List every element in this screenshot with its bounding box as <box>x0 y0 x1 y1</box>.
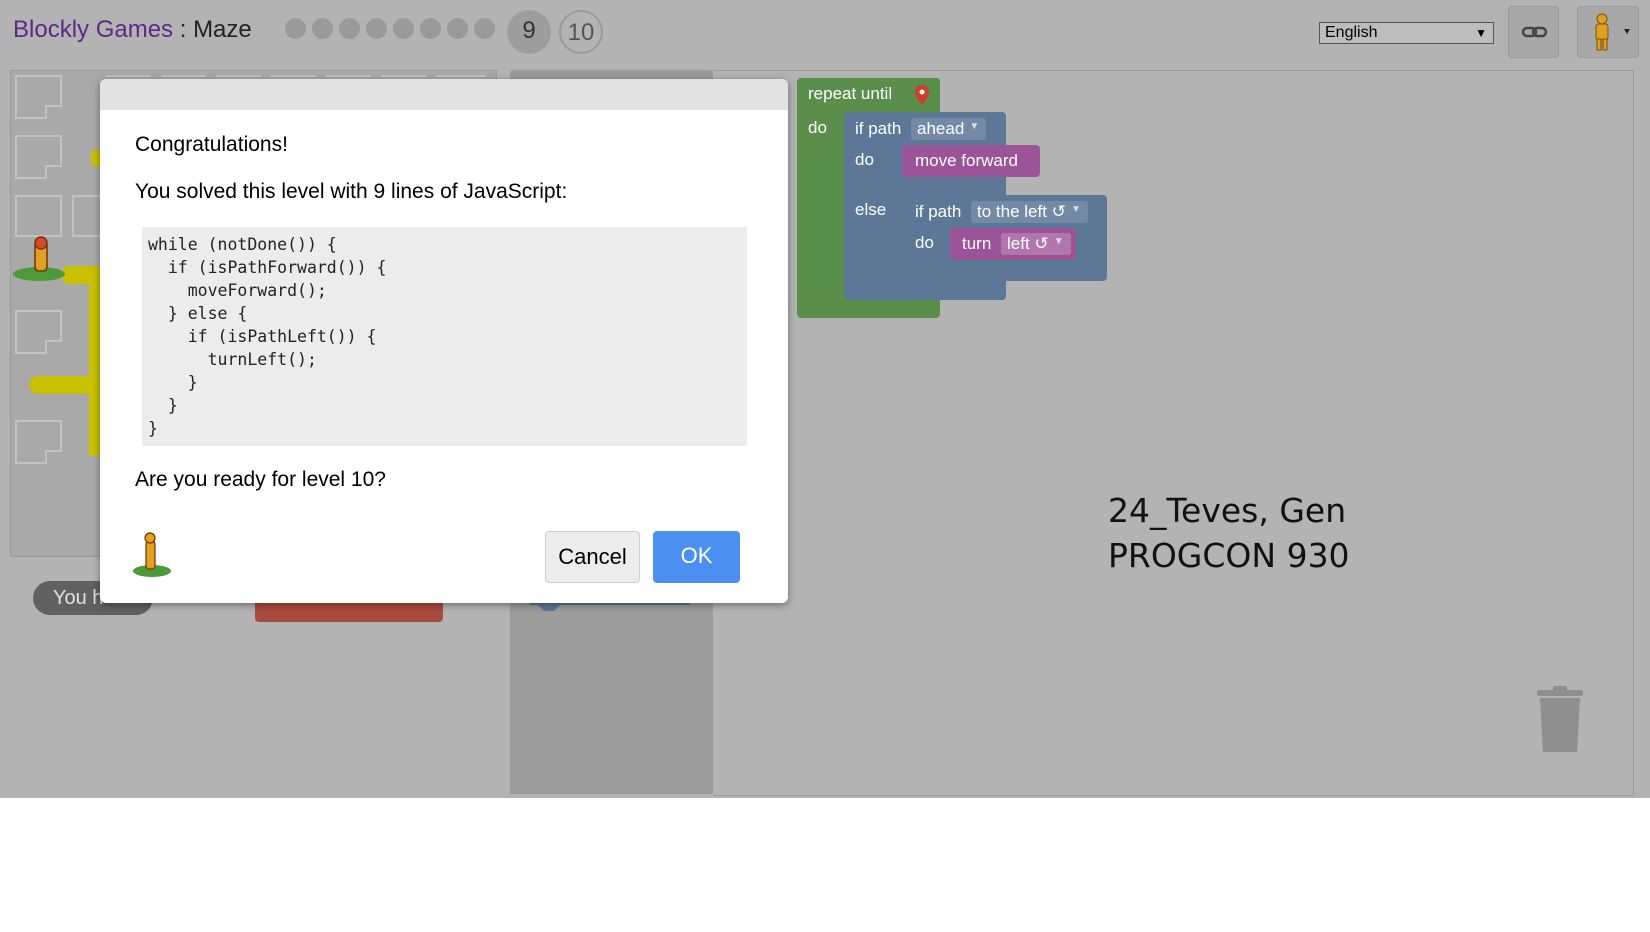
student-label: 24_Teves, Gen PROGCON 930 <box>1108 488 1350 578</box>
chevron-down-icon: ▼ <box>969 121 980 132</box>
level-dot-5[interactable] <box>393 18 414 39</box>
run-program-button[interactable] <box>255 600 443 622</box>
turn-label: turn <box>962 234 992 253</box>
pegman-button[interactable] <box>1577 6 1639 58</box>
page-title: Blockly Games : Maze <box>13 16 252 44</box>
turn-direction-dropdown[interactable]: left ↺ ▼ <box>1001 233 1071 255</box>
level-current[interactable]: 9 <box>507 10 551 54</box>
if-do-label: do <box>855 150 874 169</box>
code-line: if (isPathLeft()) { <box>148 327 377 346</box>
path-ahead-dropdown[interactable]: ahead ▼ <box>911 118 987 140</box>
level-dot-8[interactable] <box>474 18 495 39</box>
to-the-left-option: to the left ↺ <box>977 202 1066 221</box>
left-option: left ↺ <box>1007 234 1049 253</box>
title-separator: : <box>173 16 194 43</box>
dialog-title-bar[interactable] <box>100 79 788 110</box>
move-forward-label: move forward <box>915 151 1018 170</box>
app-background: Blockly Games : Maze 9 10 English ▼ You … <box>0 0 1650 798</box>
code-line: } <box>148 396 178 415</box>
code-line: moveForward(); <box>148 281 327 300</box>
if-path-label: if path <box>855 119 902 138</box>
app-name-link[interactable]: Blockly Games <box>13 16 173 43</box>
level-dot-7[interactable] <box>447 18 468 39</box>
chevron-down-icon: ▼ <box>1475 26 1487 40</box>
code-line: if (isPathForward()) { <box>148 258 387 277</box>
ahead-option: ahead <box>917 119 965 138</box>
code-line: } <box>148 419 158 438</box>
javascript-code-block: while (notDone()) { if (isPathForward())… <box>142 227 747 446</box>
repeat-until-label: repeat until <box>808 84 893 103</box>
language-select[interactable]: English ▼ <box>1319 22 1494 44</box>
code-line: turnLeft(); <box>148 350 317 369</box>
if-path-left-label: if path <box>915 202 962 221</box>
level-dot-4[interactable] <box>366 18 387 39</box>
code-line: } <box>148 373 198 392</box>
game-name: Maze <box>193 16 252 43</box>
code-line: } else { <box>148 304 248 323</box>
student-name: 24_Teves, Gen <box>1108 491 1347 530</box>
pegman-icon <box>1595 13 1630 51</box>
level-dot-1[interactable] <box>285 18 306 39</box>
language-value: English <box>1325 24 1378 41</box>
else-label: else <box>855 200 887 219</box>
chevron-down-icon: ▼ <box>1071 204 1081 215</box>
link-icon <box>1521 26 1548 38</box>
path-left-dropdown[interactable]: to the left ↺ ▼ <box>971 201 1088 223</box>
cancel-button[interactable]: Cancel <box>545 531 640 583</box>
pegman-marker <box>13 236 65 281</box>
level-next[interactable]: 10 <box>559 10 603 54</box>
dialog-heading: Congratulations! <box>135 133 288 156</box>
pegman-icon <box>133 532 171 577</box>
level-dot-2[interactable] <box>312 18 333 39</box>
level-dot-6[interactable] <box>420 18 441 39</box>
goal-marker-icon <box>915 85 929 105</box>
code-line: while (notDone()) { <box>148 235 337 254</box>
congratulations-dialog: Congratulations! You solved this level w… <box>100 79 788 603</box>
if-left-do-label: do <box>915 233 934 252</box>
dialog-message: You solved this level with 9 lines of Ja… <box>135 180 568 203</box>
level-dot-3[interactable] <box>339 18 360 39</box>
trash-can-icon[interactable] <box>1537 686 1583 752</box>
chevron-down-icon: ▼ <box>1053 236 1064 247</box>
ok-button[interactable]: OK <box>653 531 740 583</box>
course-code: PROGCON 930 <box>1108 536 1350 575</box>
toolbox-block-fragment <box>530 595 690 611</box>
repeat-do-label: do <box>808 118 827 137</box>
dialog-question: Are you ready for level 10? <box>135 468 386 491</box>
link-button[interactable] <box>1508 6 1559 58</box>
